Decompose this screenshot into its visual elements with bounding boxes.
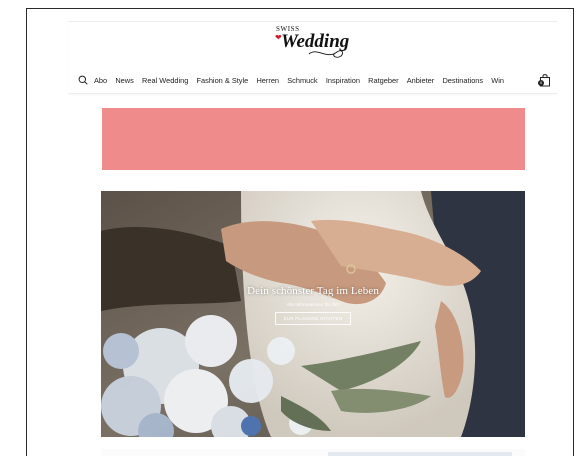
hero-cta-button[interactable]: ZUR PLANUNG STARTEN [274,312,352,325]
nav-item-anbieter[interactable]: Anbieter [407,76,435,85]
next-section-block [328,452,512,456]
next-section-preview [101,449,525,456]
hero-title: Dein schönster Tag im Leben [247,285,379,297]
hero-image: Dein schönster Tag im Leben Alle Informa… [101,191,525,437]
nav-item-ratgeber[interactable]: Ratgeber [368,76,398,85]
cart-count-badge: 0 [538,80,544,86]
nav-item-real-wedding[interactable]: Real Wedding [142,76,188,85]
hero-overlay: Dein schönster Tag im Leben Alle Informa… [101,285,525,325]
nav-item-schmuck[interactable]: Schmuck [287,76,317,85]
page-frame: SWISS ❤ Wedding Abo News Real Wedding Fa… [26,8,574,456]
nav-item-destinations[interactable]: Destinations [442,76,483,85]
search-icon[interactable] [78,75,88,85]
site-header: SWISS ❤ Wedding Abo News Real Wedding Fa… [68,21,557,94]
cart-button[interactable]: 0 [538,73,551,87]
main-nav: Abo News Real Wedding Fashion & Style He… [78,72,554,88]
nav-item-inspiration[interactable]: Inspiration [326,76,360,85]
hero-subtitle: Alle Informationen für dich [286,302,340,307]
nav-item-herren[interactable]: Herren [256,76,279,85]
advertisement-banner[interactable] [102,108,525,170]
logo-swirl-icon [308,50,344,58]
nav-item-news[interactable]: News [115,76,133,85]
nav-item-win[interactable]: Win [491,76,504,85]
nav-item-fashion-style[interactable]: Fashion & Style [197,76,249,85]
site-logo[interactable]: SWISS ❤ Wedding [273,24,353,64]
nav-item-abo[interactable]: Abo [94,76,107,85]
